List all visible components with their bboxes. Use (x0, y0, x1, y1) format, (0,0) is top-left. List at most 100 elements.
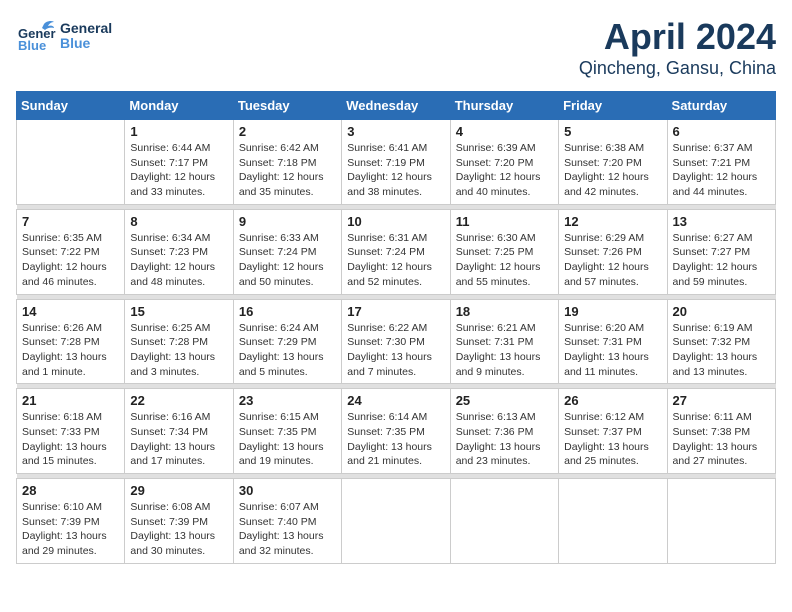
day-number: 2 (239, 124, 336, 139)
week-row: 21 Sunrise: 6:18 AM Sunset: 7:33 PM Dayli… (17, 389, 776, 474)
day-info: Sunrise: 6:07 AM Sunset: 7:40 PM Dayligh… (239, 500, 336, 559)
day-info: Sunrise: 6:41 AM Sunset: 7:19 PM Dayligh… (347, 141, 444, 200)
day-cell: 3 Sunrise: 6:41 AM Sunset: 7:19 PM Daylig… (342, 120, 450, 205)
day-number: 18 (456, 304, 553, 319)
day-cell: 12 Sunrise: 6:29 AM Sunset: 7:26 PM Dayli… (559, 209, 667, 294)
day-number: 1 (130, 124, 227, 139)
day-info: Sunrise: 6:11 AM Sunset: 7:38 PM Dayligh… (673, 410, 770, 469)
week-row: 1 Sunrise: 6:44 AM Sunset: 7:17 PM Daylig… (17, 120, 776, 205)
day-number: 17 (347, 304, 444, 319)
day-cell: 1 Sunrise: 6:44 AM Sunset: 7:17 PM Daylig… (125, 120, 233, 205)
page-header: General Blue General Blue April 2024 Qin… (16, 16, 776, 79)
day-cell: 27Sunrise: 6:11 AM Sunset: 7:38 PM Dayli… (667, 389, 775, 474)
day-cell: 14 Sunrise: 6:26 AM Sunset: 7:28 PM Dayli… (17, 299, 125, 384)
day-info: Sunrise: 6:37 AM Sunset: 7:21 PM Dayligh… (673, 141, 770, 200)
week-row: 7 Sunrise: 6:35 AM Sunset: 7:22 PM Daylig… (17, 209, 776, 294)
day-info: Sunrise: 6:26 AM Sunset: 7:28 PM Dayligh… (22, 321, 119, 380)
day-info: Sunrise: 6:25 AM Sunset: 7:28 PM Dayligh… (130, 321, 227, 380)
weekday-header: Thursday (450, 92, 558, 120)
day-info: Sunrise: 6:16 AM Sunset: 7:34 PM Dayligh… (130, 410, 227, 469)
day-cell (342, 479, 450, 564)
day-number: 6 (673, 124, 770, 139)
day-cell: 24 Sunrise: 6:14 AM Sunset: 7:35 PM Dayli… (342, 389, 450, 474)
weekday-header: Tuesday (233, 92, 341, 120)
day-cell: 19Sunrise: 6:20 AM Sunset: 7:31 PM Dayli… (559, 299, 667, 384)
day-number: 21 (22, 393, 119, 408)
day-number: 13 (673, 214, 770, 229)
day-info: Sunrise: 6:31 AM Sunset: 7:24 PM Dayligh… (347, 231, 444, 290)
day-cell: 26 Sunrise: 6:12 AM Sunset: 7:37 PM Dayli… (559, 389, 667, 474)
day-cell: 11Sunrise: 6:30 AM Sunset: 7:25 PM Dayli… (450, 209, 558, 294)
calendar-subtitle: Qincheng, Gansu, China (579, 58, 776, 79)
day-info: Sunrise: 6:18 AM Sunset: 7:33 PM Dayligh… (22, 410, 119, 469)
calendar-title: April 2024 (579, 16, 776, 58)
day-info: Sunrise: 6:34 AM Sunset: 7:23 PM Dayligh… (130, 231, 227, 290)
day-info: Sunrise: 6:14 AM Sunset: 7:35 PM Dayligh… (347, 410, 444, 469)
day-cell: 29 Sunrise: 6:08 AM Sunset: 7:39 PM Dayli… (125, 479, 233, 564)
day-info: Sunrise: 6:29 AM Sunset: 7:26 PM Dayligh… (564, 231, 661, 290)
day-number: 12 (564, 214, 661, 229)
day-number: 26 (564, 393, 661, 408)
day-cell: 10 Sunrise: 6:31 AM Sunset: 7:24 PM Dayli… (342, 209, 450, 294)
logo-general-text: General (60, 21, 112, 36)
week-row: 14 Sunrise: 6:26 AM Sunset: 7:28 PM Dayli… (17, 299, 776, 384)
day-number: 16 (239, 304, 336, 319)
day-cell: 25 Sunrise: 6:13 AM Sunset: 7:36 PM Dayli… (450, 389, 558, 474)
weekday-header: Friday (559, 92, 667, 120)
day-cell (17, 120, 125, 205)
day-number: 7 (22, 214, 119, 229)
day-number: 5 (564, 124, 661, 139)
day-info: Sunrise: 6:15 AM Sunset: 7:35 PM Dayligh… (239, 410, 336, 469)
day-info: Sunrise: 6:08 AM Sunset: 7:39 PM Dayligh… (130, 500, 227, 559)
day-cell: 8 Sunrise: 6:34 AM Sunset: 7:23 PM Daylig… (125, 209, 233, 294)
day-info: Sunrise: 6:24 AM Sunset: 7:29 PM Dayligh… (239, 321, 336, 380)
day-cell: 9Sunrise: 6:33 AM Sunset: 7:24 PM Daylig… (233, 209, 341, 294)
weekday-header: Saturday (667, 92, 775, 120)
day-cell: 20 Sunrise: 6:19 AM Sunset: 7:32 PM Dayli… (667, 299, 775, 384)
day-number: 23 (239, 393, 336, 408)
day-info: Sunrise: 6:30 AM Sunset: 7:25 PM Dayligh… (456, 231, 553, 290)
day-cell: 23 Sunrise: 6:15 AM Sunset: 7:35 PM Dayli… (233, 389, 341, 474)
day-number: 10 (347, 214, 444, 229)
day-cell: 5Sunrise: 6:38 AM Sunset: 7:20 PM Daylig… (559, 120, 667, 205)
day-cell: 21 Sunrise: 6:18 AM Sunset: 7:33 PM Dayli… (17, 389, 125, 474)
day-number: 20 (673, 304, 770, 319)
weekday-header-row: SundayMondayTuesdayWednesdayThursdayFrid… (17, 92, 776, 120)
day-number: 29 (130, 483, 227, 498)
day-cell: 17Sunrise: 6:22 AM Sunset: 7:30 PM Dayli… (342, 299, 450, 384)
day-info: Sunrise: 6:39 AM Sunset: 7:20 PM Dayligh… (456, 141, 553, 200)
title-block: April 2024 Qincheng, Gansu, China (579, 16, 776, 79)
day-number: 4 (456, 124, 553, 139)
day-cell: 2Sunrise: 6:42 AM Sunset: 7:18 PM Daylig… (233, 120, 341, 205)
day-number: 15 (130, 304, 227, 319)
day-number: 3 (347, 124, 444, 139)
day-info: Sunrise: 6:10 AM Sunset: 7:39 PM Dayligh… (22, 500, 119, 559)
day-cell: 4 Sunrise: 6:39 AM Sunset: 7:20 PM Daylig… (450, 120, 558, 205)
day-cell (667, 479, 775, 564)
day-number: 8 (130, 214, 227, 229)
day-info: Sunrise: 6:21 AM Sunset: 7:31 PM Dayligh… (456, 321, 553, 380)
day-info: Sunrise: 6:13 AM Sunset: 7:36 PM Dayligh… (456, 410, 553, 469)
day-cell: 30Sunrise: 6:07 AM Sunset: 7:40 PM Dayli… (233, 479, 341, 564)
day-info: Sunrise: 6:12 AM Sunset: 7:37 PM Dayligh… (564, 410, 661, 469)
logo-icon: General Blue (16, 16, 56, 56)
day-info: Sunrise: 6:33 AM Sunset: 7:24 PM Dayligh… (239, 231, 336, 290)
day-info: Sunrise: 6:19 AM Sunset: 7:32 PM Dayligh… (673, 321, 770, 380)
day-number: 22 (130, 393, 227, 408)
day-cell: 18 Sunrise: 6:21 AM Sunset: 7:31 PM Dayli… (450, 299, 558, 384)
day-cell: 6 Sunrise: 6:37 AM Sunset: 7:21 PM Daylig… (667, 120, 775, 205)
logo-blue-text: Blue (60, 36, 112, 51)
day-cell: 22 Sunrise: 6:16 AM Sunset: 7:34 PM Dayli… (125, 389, 233, 474)
day-info: Sunrise: 6:27 AM Sunset: 7:27 PM Dayligh… (673, 231, 770, 290)
day-info: Sunrise: 6:35 AM Sunset: 7:22 PM Dayligh… (22, 231, 119, 290)
weekday-header: Sunday (17, 92, 125, 120)
day-number: 14 (22, 304, 119, 319)
day-number: 24 (347, 393, 444, 408)
weekday-header: Monday (125, 92, 233, 120)
day-number: 25 (456, 393, 553, 408)
day-info: Sunrise: 6:44 AM Sunset: 7:17 PM Dayligh… (130, 141, 227, 200)
day-number: 28 (22, 483, 119, 498)
day-number: 19 (564, 304, 661, 319)
weekday-header: Wednesday (342, 92, 450, 120)
logo: General Blue General Blue (16, 16, 112, 56)
